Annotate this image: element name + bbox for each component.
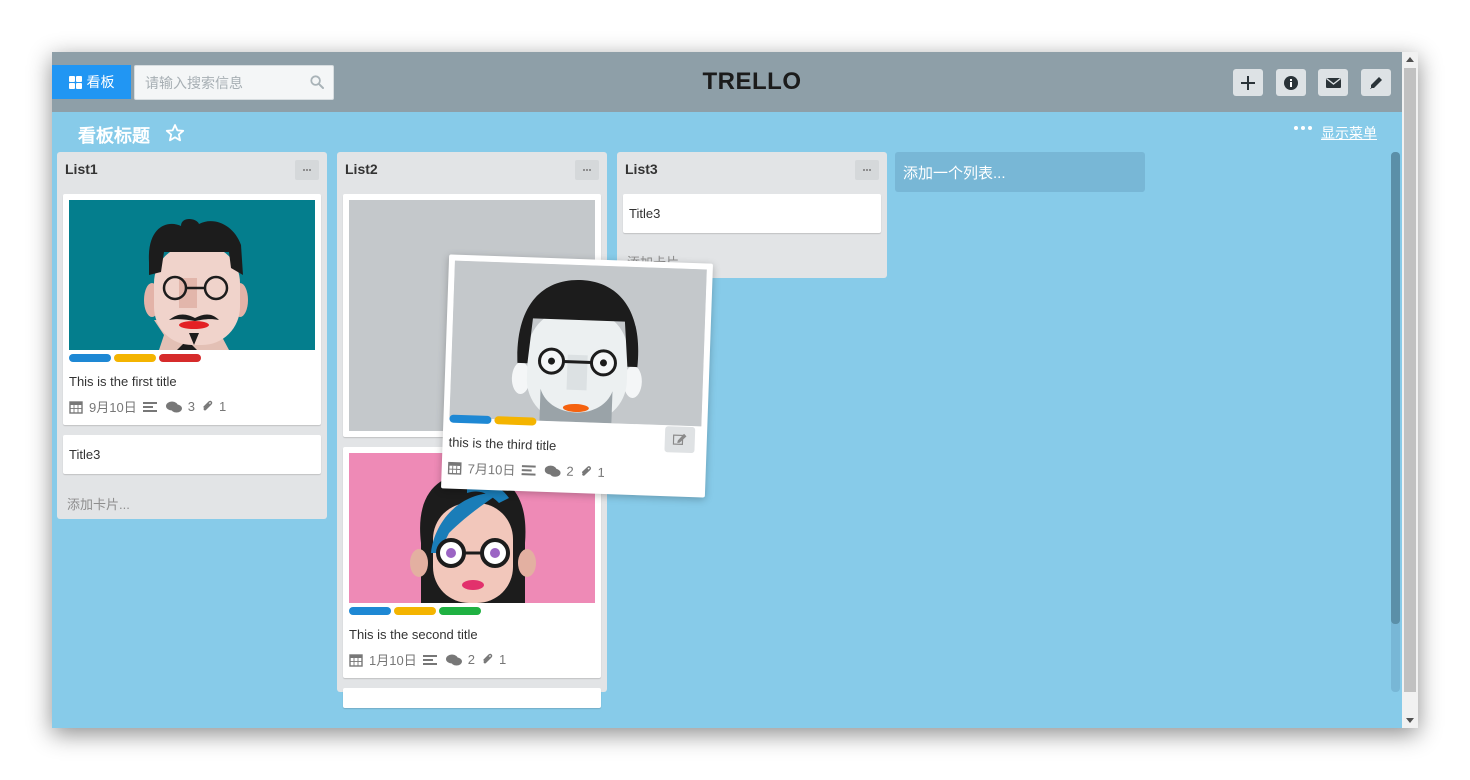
- card-title: Title3: [69, 447, 101, 462]
- more-icon[interactable]: [1294, 126, 1312, 130]
- comments-icon: [445, 654, 462, 665]
- add-button[interactable]: [1233, 69, 1263, 96]
- star-icon[interactable]: [165, 123, 185, 143]
- boards-button-label: 看板: [86, 74, 115, 90]
- paperclip-icon: [581, 465, 591, 476]
- list-header: List3: [617, 152, 887, 188]
- paperclip-icon: [483, 653, 493, 663]
- list-3: List3 Title3 添加卡片...: [617, 152, 887, 278]
- edit-icon: [672, 433, 687, 446]
- card-due-date: 9月10日: [89, 400, 137, 415]
- app-window: 看板 TRELLO: [52, 52, 1418, 728]
- description-icon: [142, 401, 157, 412]
- dragging-card[interactable]: this is the third title 7月10日 2 1: [440, 254, 714, 498]
- card-badges: 1月10日 2 1: [349, 650, 512, 669]
- list-1: List1 This is the first title 9月10日 3 1 …: [57, 152, 327, 519]
- card-labels: [449, 414, 537, 426]
- edit-button[interactable]: [1361, 69, 1391, 96]
- card-labels: [349, 607, 481, 615]
- card-comment-count: 2: [467, 652, 475, 667]
- scroll-down-icon[interactable]: [1406, 718, 1414, 723]
- board-grid-icon: [68, 75, 82, 89]
- paperclip-icon: [203, 400, 213, 410]
- search-input[interactable]: [135, 66, 305, 99]
- board-title[interactable]: 看板标题: [78, 122, 150, 148]
- card-first-title[interactable]: This is the first title 9月10日 3 1: [63, 194, 321, 425]
- card-badges: 9月10日 3 1: [69, 397, 232, 416]
- window-scrollbar-thumb[interactable]: [1404, 68, 1416, 692]
- add-card-button[interactable]: 添加卡片...: [67, 494, 130, 513]
- card-title3[interactable]: Title3: [63, 435, 321, 474]
- card-cover-image: [69, 200, 315, 350]
- card-labels: [69, 354, 201, 362]
- pencil-icon: [1370, 76, 1382, 89]
- card-partial[interactable]: [343, 688, 601, 708]
- card-title: Title3: [629, 206, 661, 221]
- description-icon: [521, 464, 536, 476]
- card-badges: 7月10日 2 1: [447, 458, 611, 483]
- card-cover-image: [449, 260, 707, 427]
- calendar-icon: [447, 461, 462, 475]
- avatar-mustache-man-image: [69, 200, 315, 350]
- card-attachment-count: 1: [218, 399, 227, 414]
- top-header: 看板 TRELLO: [52, 52, 1402, 112]
- card-due-date: 7月10日: [467, 461, 516, 478]
- messages-button[interactable]: [1318, 69, 1348, 96]
- card-title: This is the first title: [69, 374, 177, 389]
- show-menu-link[interactable]: 显示菜单: [1321, 123, 1377, 143]
- list-menu-button[interactable]: [575, 160, 599, 180]
- board-scrollbar-thumb[interactable]: [1391, 152, 1400, 624]
- card-title3[interactable]: Title3: [623, 194, 881, 233]
- card-due-date: 1月10日: [369, 653, 417, 668]
- list-menu-button[interactable]: [855, 160, 879, 180]
- add-list-button[interactable]: 添加一个列表...: [895, 152, 1145, 192]
- list-header: List2: [337, 152, 607, 188]
- card-title: this is the third title: [448, 434, 557, 454]
- list-header: List1: [57, 152, 327, 188]
- plus-icon: [1241, 75, 1255, 90]
- search-box: [134, 65, 334, 100]
- description-icon: [422, 654, 437, 665]
- calendar-icon: [69, 400, 83, 414]
- scroll-up-icon[interactable]: [1406, 57, 1414, 62]
- info-icon: [1284, 75, 1298, 90]
- window-scrollbar[interactable]: [1402, 52, 1418, 728]
- list-menu-button[interactable]: [295, 160, 319, 180]
- comments-icon: [544, 465, 561, 477]
- board-scrollbar[interactable]: [1391, 152, 1400, 692]
- list-title[interactable]: List1: [65, 161, 98, 177]
- list-title[interactable]: List3: [625, 161, 658, 177]
- card-comment-count: 3: [187, 399, 195, 414]
- boards-button[interactable]: 看板: [52, 65, 131, 99]
- avatar-glasses-man-image: [449, 260, 707, 427]
- list-title[interactable]: List2: [345, 161, 378, 177]
- card-comment-count: 2: [566, 463, 574, 479]
- envelope-icon: [1325, 77, 1341, 88]
- card-attachment-count: 1: [597, 464, 606, 481]
- card-title: This is the second title: [349, 627, 478, 642]
- card-attachment-count: 1: [498, 652, 507, 667]
- info-button[interactable]: [1276, 69, 1306, 96]
- comments-icon: [165, 401, 182, 412]
- calendar-icon: [349, 653, 363, 667]
- edit-card-button[interactable]: [664, 426, 696, 454]
- search-icon[interactable]: [310, 75, 324, 89]
